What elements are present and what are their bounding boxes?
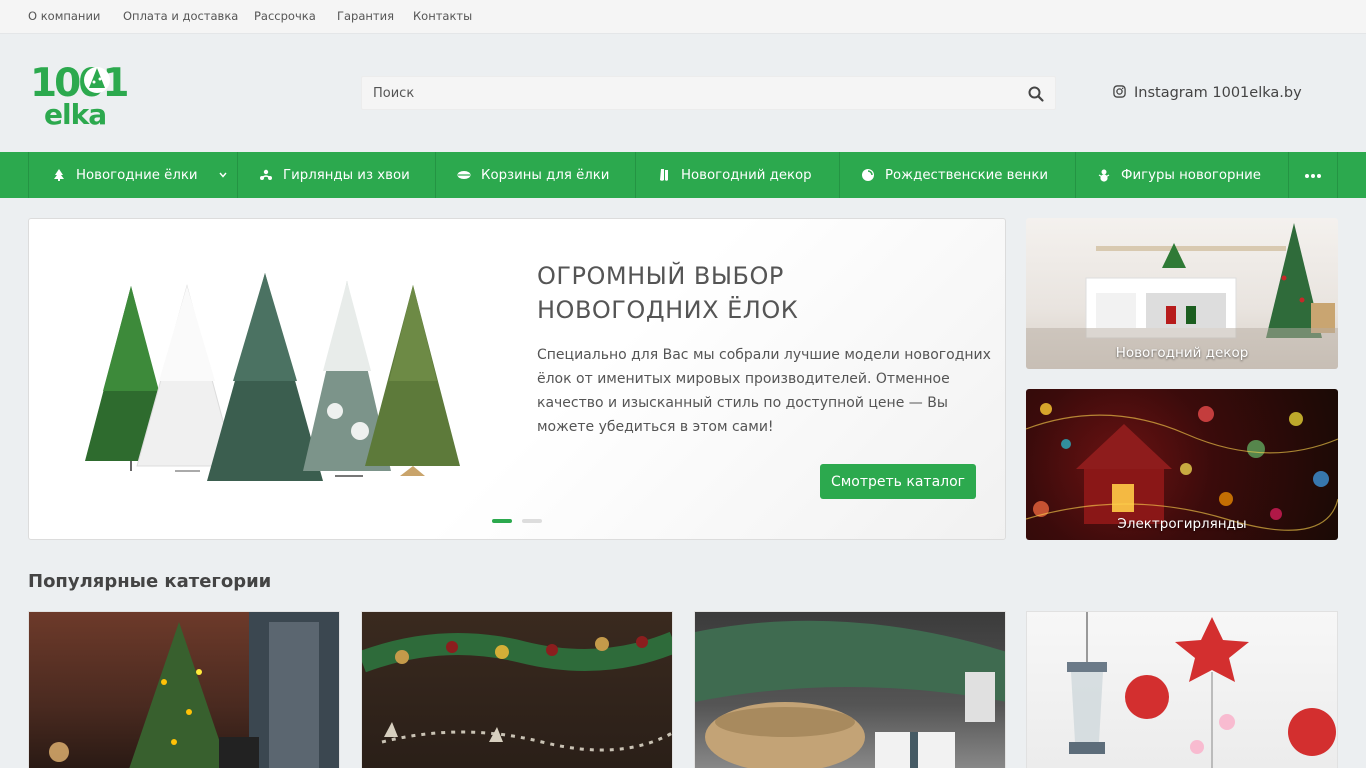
topbar-link-about[interactable]: О компании xyxy=(28,9,100,23)
garland-icon xyxy=(259,168,273,182)
category-card-baskets[interactable] xyxy=(694,611,1006,768)
category-card-decor[interactable] xyxy=(1026,611,1338,768)
snowman-icon xyxy=(1097,168,1111,182)
slider-dot-2[interactable] xyxy=(522,519,542,523)
instagram-link[interactable]: Instagram 1001elka.by xyxy=(1113,84,1302,102)
christmas-trees-image xyxy=(75,271,470,491)
logo-word: elka xyxy=(44,98,106,128)
christmas-tree-room-image xyxy=(49,612,339,768)
menu-item-garlands[interactable]: Гирлянды из хвои xyxy=(238,152,436,198)
top-bar: О компании Оплата и доставка Рассрочка Г… xyxy=(0,0,1366,34)
menu-item-decor[interactable]: Новогодний декор xyxy=(636,152,840,198)
menu-item-label: Новогодние ёлки xyxy=(76,167,198,183)
pine-garland-image xyxy=(362,631,672,752)
menu-item-baskets[interactable]: Корзины для ёлки xyxy=(436,152,636,198)
tree-icon xyxy=(52,168,66,182)
view-catalog-button[interactable]: Смотреть каталог xyxy=(820,464,976,499)
topbar-link-warranty[interactable]: Гарантия xyxy=(337,9,394,23)
slider-dot-1[interactable] xyxy=(492,519,512,523)
hero-slider: ОГРОМНЫЙ ВЫБОР НОВОГОДНИХ ЁЛОК Специальн… xyxy=(28,218,1006,540)
menu-item-label: Гирлянды из хвои xyxy=(283,167,410,183)
category-card-trees[interactable] xyxy=(28,611,340,768)
menu-item-wreaths[interactable]: Рождественские венки xyxy=(840,152,1076,198)
chevron-down-icon[interactable] xyxy=(218,169,228,184)
instagram-icon xyxy=(1113,84,1126,102)
wreath-icon xyxy=(861,168,875,182)
category-card-garlands[interactable] xyxy=(361,611,673,768)
banner-label: Новогодний декор xyxy=(1115,345,1249,361)
tree-basket-image xyxy=(695,620,1005,768)
banner-garlands[interactable]: Электрогирлянды xyxy=(1026,389,1338,540)
more-dots-icon xyxy=(1304,168,1322,183)
instagram-label: Instagram 1001elka.by xyxy=(1134,85,1302,101)
topbar-link-contacts[interactable]: Контакты xyxy=(413,9,472,23)
site-logo[interactable]: 1001 elka xyxy=(30,60,130,131)
search-box xyxy=(361,76,1056,110)
menu-more-button[interactable] xyxy=(1289,152,1338,198)
section-title-popular: Популярные категории xyxy=(28,571,272,592)
topbar-link-payment[interactable]: Оплата и доставка xyxy=(123,9,238,23)
red-ornaments-image xyxy=(1067,612,1336,768)
banner-label: Электрогирлянды xyxy=(1117,516,1247,532)
menu-item-figures[interactable]: Фигуры новогорние xyxy=(1076,152,1289,198)
basket-icon xyxy=(457,168,471,182)
menu-item-label: Новогодний декор xyxy=(681,167,812,183)
decor-icon xyxy=(657,168,671,182)
slider-pagination xyxy=(492,519,542,523)
menu-item-trees[interactable]: Новогодние ёлки xyxy=(29,152,238,198)
menu-item-label: Рождественские венки xyxy=(885,167,1049,183)
search-icon[interactable] xyxy=(1027,85,1045,103)
menu-item-label: Фигуры новогорние xyxy=(1121,167,1261,183)
slide-title: ОГРОМНЫЙ ВЫБОР НОВОГОДНИХ ЁЛОК xyxy=(537,262,799,324)
slide-description: Специально для Вас мы собрали лучшие мод… xyxy=(537,347,991,435)
topbar-link-installment[interactable]: Рассрочка xyxy=(254,9,316,23)
main-menu: Новогодние ёлки Гирлянды из хвои Корзины… xyxy=(0,152,1366,198)
banner-decor[interactable]: Новогодний декор xyxy=(1026,218,1338,369)
search-input[interactable] xyxy=(362,77,1012,109)
menu-item-label: Корзины для ёлки xyxy=(481,167,610,183)
